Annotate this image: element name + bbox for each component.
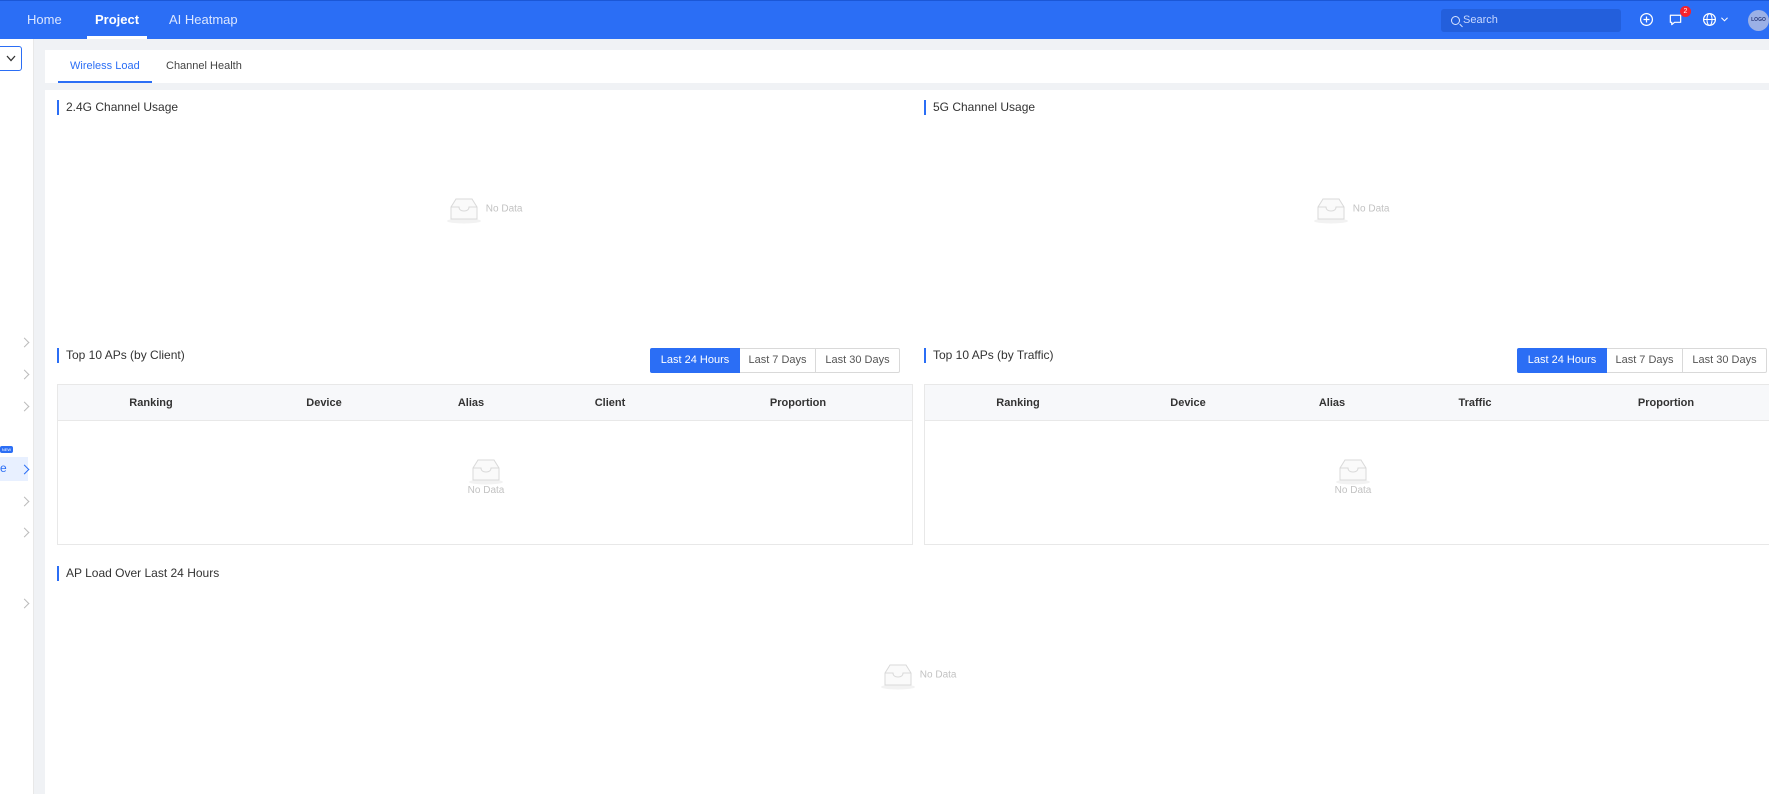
no-data-text: No Data: [1352, 203, 1390, 215]
no-data-24g: No Data: [445, 194, 522, 224]
tab-wireless-load[interactable]: Wireless Load: [58, 50, 152, 83]
range-24h-button[interactable]: Last 24 Hours: [1517, 348, 1607, 373]
no-data-text: No Data: [467, 485, 505, 496]
column-header-client[interactable]: Client: [595, 385, 626, 421]
column-header-proportion[interactable]: Proportion: [770, 385, 826, 421]
top-client-table: Ranking Device Alias Client Proportion N…: [57, 384, 913, 545]
nav-project[interactable]: Project: [86, 1, 148, 39]
table-header: Ranking Device Alias Traffic Proportion: [925, 385, 1769, 421]
empty-inbox-icon: [447, 198, 481, 224]
nav-ai-heatmap[interactable]: AI Heatmap: [169, 1, 238, 39]
chevron-right-icon[interactable]: [19, 598, 30, 609]
avatar[interactable]: LOGO: [1748, 10, 1769, 31]
column-header-device[interactable]: Device: [1170, 385, 1205, 421]
search-icon: [1451, 16, 1460, 25]
new-tag: NEW: [0, 446, 13, 453]
table-header: Ranking Device Alias Client Proportion: [58, 385, 912, 421]
chevron-down-icon[interactable]: [1721, 17, 1728, 22]
chevron-right-icon[interactable]: [19, 369, 30, 380]
range-30d-button[interactable]: Last 30 Days: [1682, 348, 1767, 373]
sidebar: NEW e: [0, 39, 34, 794]
top-traffic-table: Ranking Device Alias Traffic Proportion …: [924, 384, 1769, 545]
empty-inbox-icon: [1314, 198, 1348, 224]
section-title-top-traffic: Top 10 APs (by Traffic): [924, 348, 1054, 363]
range-30d-button[interactable]: Last 30 Days: [815, 348, 900, 373]
tab-channel-health[interactable]: Channel Health: [166, 50, 242, 83]
column-header-alias[interactable]: Alias: [1319, 385, 1345, 421]
section-title-top-client: Top 10 APs (by Client): [57, 348, 185, 363]
range-24h-button[interactable]: Last 24 Hours: [650, 348, 740, 373]
notification-badge: 2: [1680, 6, 1691, 17]
plus-circle-icon[interactable]: [1639, 12, 1654, 27]
empty-inbox-icon: [1336, 459, 1370, 485]
section-title-ap-load: AP Load Over Last 24 Hours: [57, 566, 219, 581]
section-title-5g: 5G Channel Usage: [924, 100, 1035, 115]
empty-inbox-icon: [469, 459, 503, 485]
search-placeholder: Search: [1463, 14, 1498, 26]
chevron-right-icon[interactable]: [19, 496, 30, 507]
search-input[interactable]: Search: [1441, 9, 1621, 32]
globe-icon[interactable]: [1702, 12, 1717, 27]
nav-home[interactable]: Home: [27, 1, 62, 39]
no-data-text: No Data: [1334, 485, 1372, 496]
range-7d-button[interactable]: Last 7 Days: [1606, 348, 1683, 373]
column-header-traffic[interactable]: Traffic: [1458, 385, 1491, 421]
main-content: 2.4G Channel Usage No Data 5G Channel Us…: [45, 90, 1769, 794]
range-selector-client: Last 24 Hours Last 7 Days Last 30 Days: [650, 348, 900, 373]
chevron-right-icon[interactable]: [19, 527, 30, 538]
column-header-ranking[interactable]: Ranking: [996, 385, 1039, 421]
range-7d-button[interactable]: Last 7 Days: [739, 348, 816, 373]
no-data-top-traffic: No Data: [1331, 455, 1375, 496]
no-data-top-client: No Data: [464, 455, 508, 496]
no-data-text: No Data: [485, 203, 523, 215]
chevron-right-icon[interactable]: [19, 337, 30, 348]
column-header-proportion[interactable]: Proportion: [1638, 385, 1694, 421]
column-header-ranking[interactable]: Ranking: [129, 385, 172, 421]
range-selector-traffic: Last 24 Hours Last 7 Days Last 30 Days: [1517, 348, 1767, 373]
column-header-alias[interactable]: Alias: [458, 385, 484, 421]
chevron-right-icon[interactable]: [19, 401, 30, 412]
top-navigation-bar: Home Project AI Heatmap Search 2 LOGO: [0, 0, 1769, 39]
sidebar-item-label: e: [0, 461, 7, 475]
chevron-down-icon: [6, 55, 16, 62]
section-title-24g: 2.4G Channel Usage: [57, 100, 178, 115]
no-data-text: No Data: [919, 669, 957, 681]
no-data-ap-load: No Data: [879, 660, 956, 690]
column-header-device[interactable]: Device: [306, 385, 341, 421]
sidebar-project-dropdown[interactable]: [0, 46, 22, 71]
tab-bar: Wireless Load Channel Health: [45, 50, 1769, 83]
no-data-5g: No Data: [1312, 194, 1389, 224]
empty-inbox-icon: [881, 664, 915, 690]
